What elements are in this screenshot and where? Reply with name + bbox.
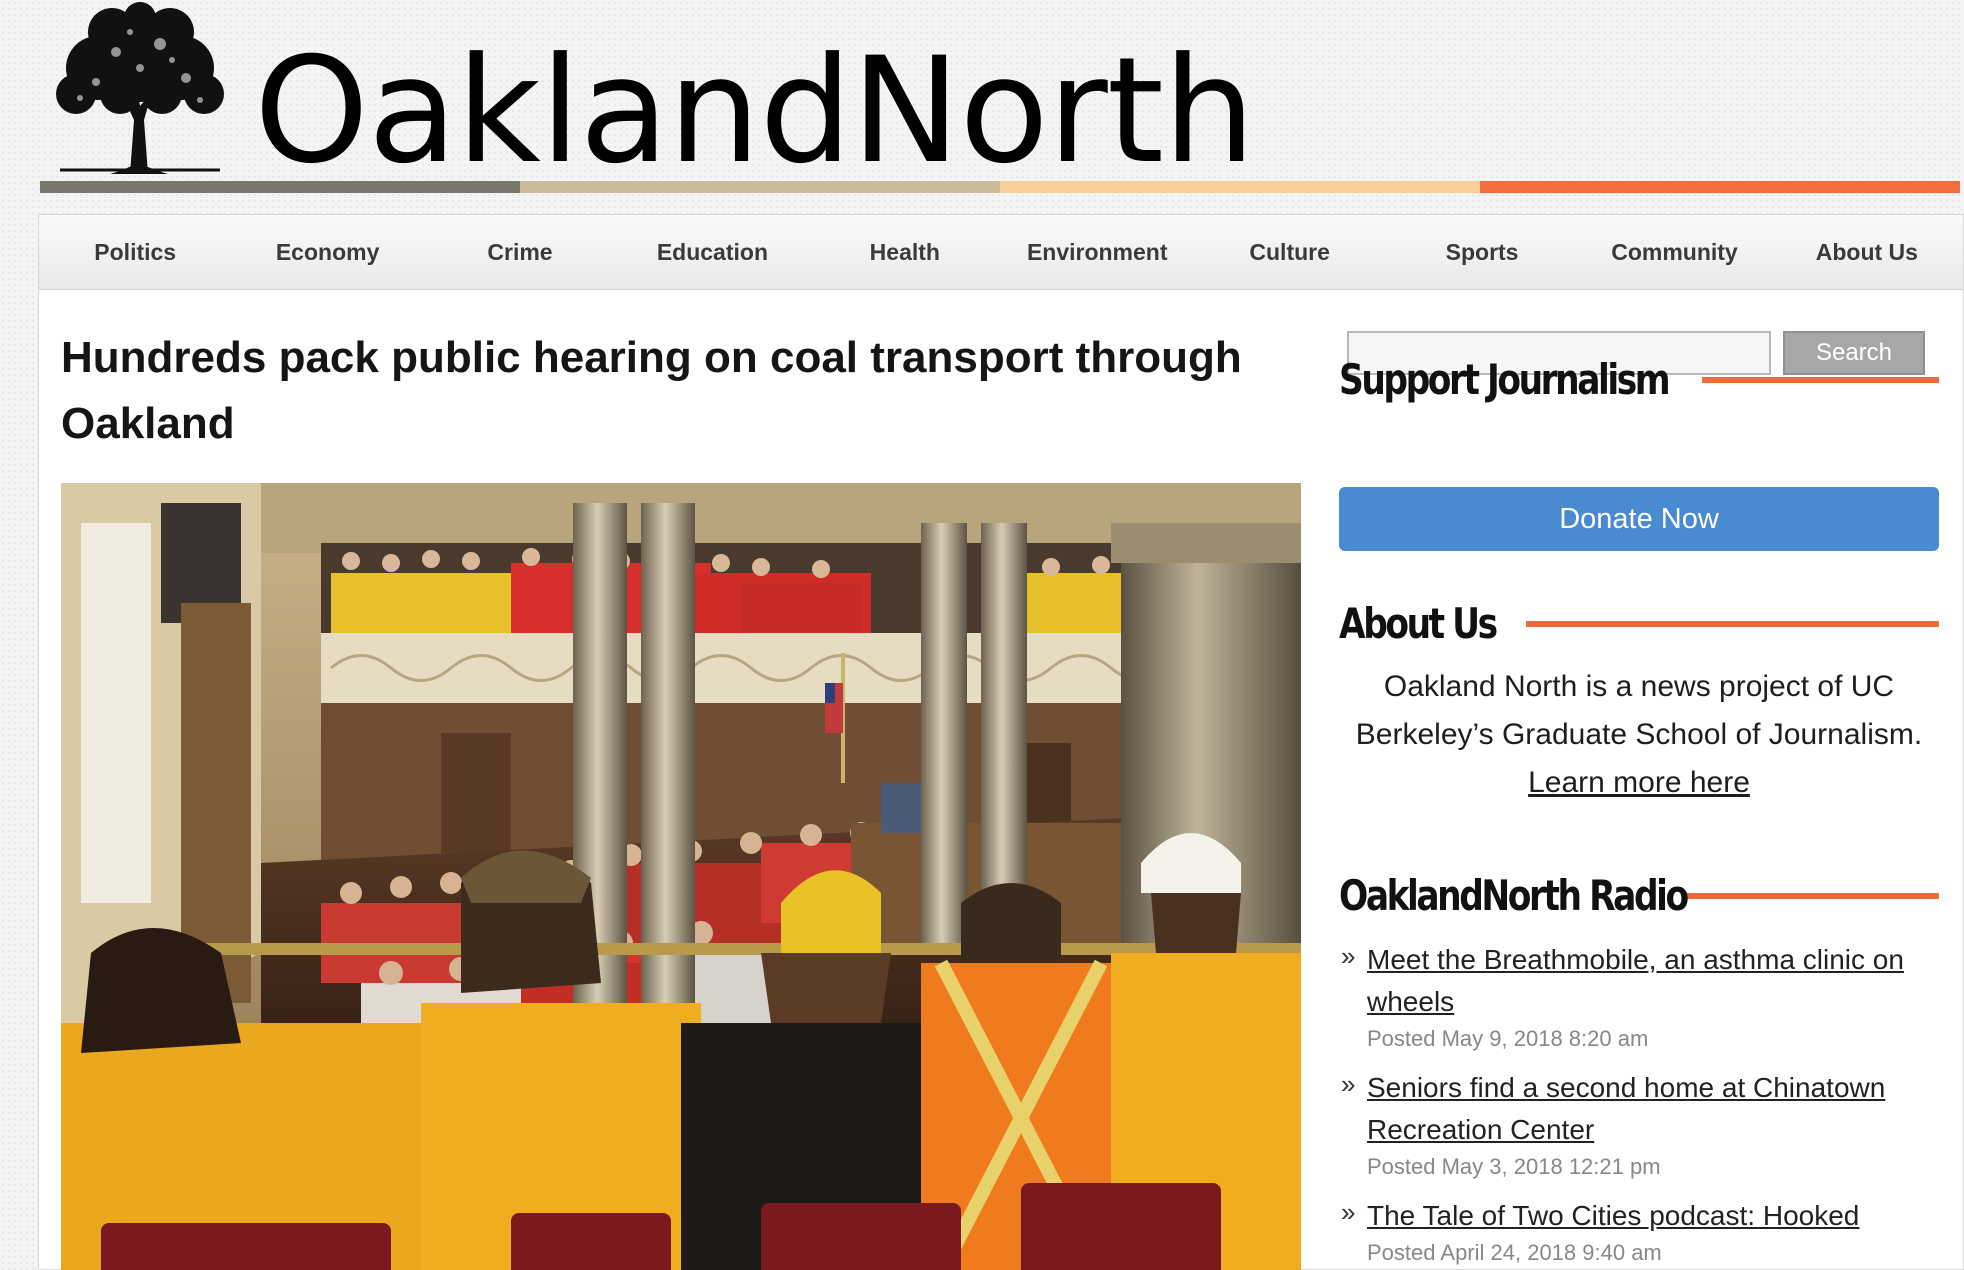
support-widget-header: Support Journalism <box>1339 355 1939 404</box>
list-item: » Seniors find a second home at Chinatow… <box>1341 1067 1941 1183</box>
color-bar-segment <box>40 181 520 193</box>
heading-rule <box>1526 620 1939 627</box>
radio-item-date: Posted May 3, 2018 12:21 pm <box>1367 1154 1661 1179</box>
donate-button[interactable]: Donate Now <box>1339 487 1939 551</box>
heading-rule <box>1687 892 1939 899</box>
main-nav: Politics Economy Crime Education Health … <box>39 215 1963 290</box>
radio-widget-header: OaklandNorth Radio <box>1339 871 1939 920</box>
content-frame: Politics Economy Crime Education Health … <box>38 214 1964 1270</box>
nav-item-education[interactable]: Education <box>616 215 808 289</box>
about-widget-header: About Us <box>1339 599 1939 648</box>
heading-rule <box>1702 376 1939 383</box>
radio-item-date: Posted May 9, 2018 8:20 am <box>1367 1026 1649 1051</box>
nav-item-about-us[interactable]: About Us <box>1771 215 1963 289</box>
radio-heading: OaklandNorth Radio <box>1339 871 1689 920</box>
nav-item-sports[interactable]: Sports <box>1386 215 1578 289</box>
learn-more-link[interactable]: Learn more here <box>1528 766 1750 799</box>
masthead: OaklandNorth <box>0 0 1964 200</box>
nav-item-economy[interactable]: Economy <box>231 215 423 289</box>
article-headline[interactable]: Hundreds pack public hearing on coal tra… <box>61 325 1321 457</box>
article-photo[interactable] <box>61 483 1301 1270</box>
about-text: Oakland North is a news project of UC Be… <box>1355 670 1923 751</box>
nav-item-community[interactable]: Community <box>1578 215 1770 289</box>
nav-item-health[interactable]: Health <box>809 215 1001 289</box>
color-bar-segment <box>520 181 1000 193</box>
site-title[interactable]: OaklandNorth <box>254 36 1256 186</box>
radio-item-date: Posted April 24, 2018 9:40 am <box>1367 1240 1662 1265</box>
hearing-photo-image <box>61 483 1301 1270</box>
bullet-icon: » <box>1341 941 1356 971</box>
masthead-color-bar <box>40 181 1960 193</box>
bullet-icon: » <box>1341 1069 1356 1099</box>
radio-item-link[interactable]: Meet the Breathmobile, an asthma clinic … <box>1367 939 1941 1023</box>
color-bar-segment <box>1000 181 1480 193</box>
support-heading: Support Journalism <box>1339 355 1671 404</box>
color-bar-segment <box>1480 181 1960 193</box>
radio-list: » Meet the Breathmobile, an asthma clini… <box>1341 939 1941 1270</box>
about-heading: About Us <box>1339 599 1498 648</box>
radio-item-link[interactable]: The Tale of Two Cities podcast: Hooked <box>1367 1195 1941 1237</box>
nav-item-crime[interactable]: Crime <box>424 215 616 289</box>
bullet-icon: » <box>1341 1197 1356 1227</box>
list-item: » The Tale of Two Cities podcast: Hooked… <box>1341 1195 1941 1269</box>
nav-item-politics[interactable]: Politics <box>39 215 231 289</box>
about-description: Oakland North is a news project of UC Be… <box>1349 663 1929 807</box>
tree-logo-icon <box>56 2 224 174</box>
nav-item-environment[interactable]: Environment <box>1001 215 1193 289</box>
list-item: » Meet the Breathmobile, an asthma clini… <box>1341 939 1941 1055</box>
nav-item-culture[interactable]: Culture <box>1193 215 1385 289</box>
radio-item-link[interactable]: Seniors find a second home at Chinatown … <box>1367 1067 1941 1151</box>
